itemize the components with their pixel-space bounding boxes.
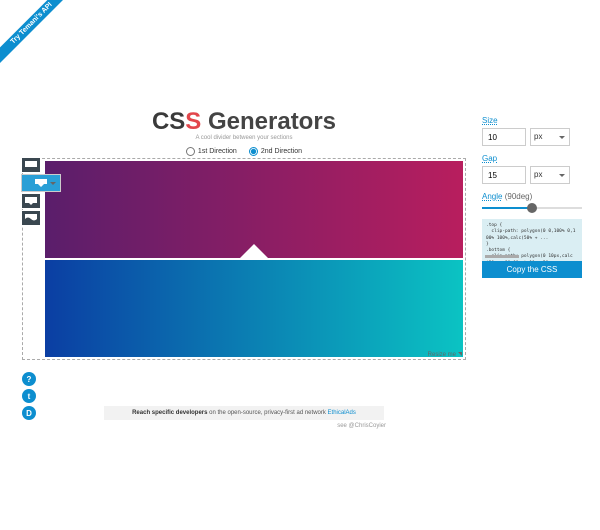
gap-label: Gap xyxy=(482,154,582,163)
shape-option-3[interactable] xyxy=(21,193,41,209)
twitter-button[interactable]: t xyxy=(22,389,36,403)
shape-option-1[interactable] xyxy=(21,157,41,173)
angle-slider[interactable] xyxy=(482,207,582,209)
size-control: Size px xyxy=(482,116,582,146)
angle-value: (90deg) xyxy=(505,192,533,201)
size-input[interactable] xyxy=(482,128,526,146)
gap-input[interactable] xyxy=(482,166,526,184)
shape-option-4[interactable] xyxy=(21,210,41,226)
radio-1st-direction[interactable]: 1st Direction xyxy=(186,147,237,156)
preview-sections xyxy=(45,161,463,357)
header: CSS Generators A cool divider between yo… xyxy=(22,108,466,156)
shape-selector xyxy=(21,157,43,226)
size-unit-select[interactable]: px xyxy=(530,128,570,146)
section-bottom xyxy=(45,260,463,357)
logo-title: CSS Generators xyxy=(22,108,466,136)
section-top xyxy=(45,161,463,258)
angle-label: Angle xyxy=(482,192,502,201)
copy-css-button[interactable]: Copy the CSS xyxy=(482,261,582,278)
controls-panel: Size px Gap px Angle (90deg) .top { clip… xyxy=(482,116,582,278)
gap-control: Gap px xyxy=(482,154,582,184)
direction-radios: 1st Direction 2nd Direction xyxy=(22,147,466,156)
radio-2nd-direction[interactable]: 2nd Direction xyxy=(249,147,302,156)
gap-unit-select[interactable]: px xyxy=(530,166,570,184)
size-label: Size xyxy=(482,116,582,125)
footer: Reach specific developers on the open-so… xyxy=(22,406,466,429)
promo-ribbon[interactable]: Try Temani's API xyxy=(0,0,75,67)
preview-container: Resize me xyxy=(22,158,466,360)
ad-bar[interactable]: Reach specific developers on the open-so… xyxy=(104,406,384,420)
slider-thumb[interactable] xyxy=(527,203,537,213)
shape-option-2[interactable] xyxy=(21,174,61,192)
logo-subtitle: A cool divider between your sections xyxy=(22,135,466,141)
css-output[interactable]: .top { clip-path: polygon(0 0,100% 0,100… xyxy=(482,219,582,261)
help-button[interactable]: ? xyxy=(22,372,36,386)
resize-handle[interactable]: Resize me xyxy=(428,352,462,358)
angle-control: Angle (90deg) xyxy=(482,192,582,209)
credit-text: see @ChrisCoyier xyxy=(22,423,466,429)
